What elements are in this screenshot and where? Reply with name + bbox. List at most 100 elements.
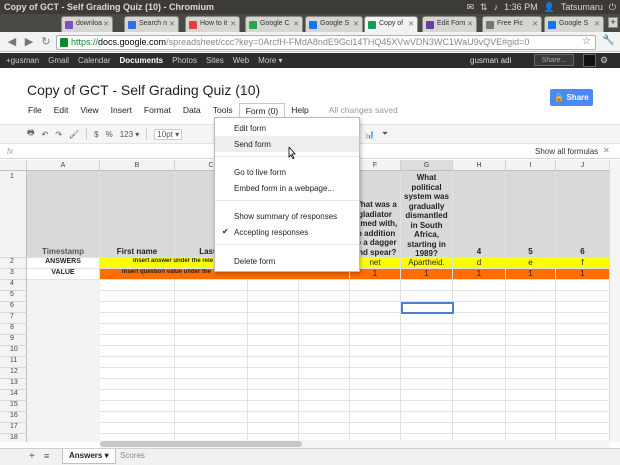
cell-j1[interactable]: 6	[556, 171, 610, 258]
browser-tab[interactable]: How to it ✕	[185, 16, 240, 32]
vertical-scrollbar[interactable]	[609, 160, 620, 442]
column-header[interactable]: H	[453, 160, 506, 171]
row-header[interactable]: 15	[0, 401, 27, 412]
cell-j2[interactable]: f	[556, 258, 610, 269]
row-header[interactable]: 9	[0, 335, 27, 346]
sheet-tab-answers[interactable]: Answers ▾	[62, 449, 116, 464]
gbar-link-plus[interactable]: +gusman	[6, 56, 39, 65]
browser-tab[interactable]: Google C ✕	[245, 16, 303, 32]
clock[interactable]: 1:36 PM	[504, 2, 538, 12]
close-tab-icon[interactable]: ✕	[594, 20, 600, 28]
user-name[interactable]: Tatsumaru	[561, 2, 603, 12]
menu-item-embed-form[interactable]: Embed form in a webpage...	[215, 180, 359, 196]
browser-tab[interactable]: downloa ✕	[61, 16, 113, 32]
close-tab-icon[interactable]: ✕	[467, 20, 473, 28]
avatar[interactable]	[583, 54, 596, 67]
font-size-dropdown[interactable]: 10pt ▾	[154, 128, 183, 140]
document-title[interactable]: Copy of GCT - Self Grading Quiz (10)	[27, 82, 260, 98]
network-icon[interactable]: ⇅	[480, 2, 488, 13]
cell-a3[interactable]: VALUE	[27, 269, 100, 280]
cell-g1[interactable]: What political system was gradually dism…	[401, 171, 453, 258]
row-header[interactable]: 3	[0, 269, 27, 280]
row-header[interactable]: 8	[0, 324, 27, 335]
new-tab-button[interactable]: +	[608, 17, 618, 28]
sheet-tab-scores[interactable]: Scores	[120, 451, 145, 460]
menu-edit[interactable]: Edit	[48, 103, 75, 117]
cell-i2[interactable]: e	[506, 258, 556, 269]
column-header[interactable]: G	[401, 160, 453, 171]
power-icon[interactable]: ⏻	[609, 2, 616, 13]
paint-format-icon[interactable]: 🖌	[69, 130, 79, 139]
cell-h2[interactable]: d	[453, 258, 506, 269]
row-header[interactable]: 1	[0, 171, 27, 258]
cell-a2[interactable]: ANSWERS	[27, 258, 100, 269]
gbar-link-sites[interactable]: Sites	[206, 56, 224, 65]
cell-g3[interactable]: 1	[401, 269, 453, 280]
currency-format-button[interactable]: $	[94, 130, 98, 139]
row-header[interactable]: 2	[0, 258, 27, 269]
menu-insert[interactable]: Insert	[105, 103, 138, 117]
menu-item-accepting-responses[interactable]: ✔ Accepting responses	[215, 224, 359, 240]
back-icon[interactable]: ◀	[6, 36, 18, 48]
cell-j3[interactable]: 1	[556, 269, 610, 280]
browser-tab[interactable]: Edit Forn ✕	[422, 16, 477, 32]
share-button[interactable]: 🔒 Share	[550, 89, 593, 106]
close-tab-icon[interactable]: ✕	[532, 20, 538, 28]
row-header[interactable]: 17	[0, 423, 27, 434]
row-header[interactable]: 7	[0, 313, 27, 324]
wrench-icon[interactable]: 🔧	[602, 35, 614, 47]
mail-icon[interactable]: ✉	[467, 2, 475, 13]
column-header[interactable]: A	[27, 160, 100, 171]
gbar-link-documents[interactable]: Documents	[120, 56, 164, 65]
selected-cell[interactable]	[401, 302, 454, 314]
row-header[interactable]: 6	[0, 302, 27, 313]
gbar-link-calendar[interactable]: Calendar	[78, 56, 110, 65]
cell-g2[interactable]: Apartheid.	[401, 258, 453, 269]
cell-h1[interactable]: 4	[453, 171, 506, 258]
browser-tab-active[interactable]: Copy of ✕	[364, 16, 418, 32]
close-tab-icon[interactable]: ✕	[293, 20, 299, 28]
column-header[interactable]: B	[100, 160, 175, 171]
grid-body[interactable]	[100, 280, 610, 442]
browser-tab[interactable]: Search n ✕	[124, 16, 179, 32]
row-header[interactable]: 18	[0, 434, 27, 442]
row-header[interactable]: 13	[0, 379, 27, 390]
add-sheet-button[interactable]: +	[29, 451, 35, 462]
sheet-list-icon[interactable]: ≡	[44, 451, 49, 461]
gear-icon[interactable]: ⚙	[600, 55, 608, 66]
horizontal-scrollbar[interactable]	[100, 440, 610, 448]
menu-item-send-form[interactable]: Send form	[215, 136, 359, 152]
cell-i1[interactable]: 5	[506, 171, 556, 258]
gbar-user-name[interactable]: gusman adi	[470, 56, 511, 65]
cell-a1[interactable]: Timestamp	[27, 171, 100, 258]
column-header[interactable]: I	[506, 160, 556, 171]
menu-file[interactable]: File	[22, 103, 48, 117]
chart-icon[interactable]: 📊	[365, 130, 375, 139]
row-header[interactable]: 4	[0, 280, 27, 291]
close-tab-icon[interactable]: ✕	[230, 20, 236, 28]
row-header[interactable]: 11	[0, 357, 27, 368]
browser-tab[interactable]: Free Pic ✕	[482, 16, 542, 32]
close-tab-icon[interactable]: ✕	[408, 20, 414, 28]
cell-h3[interactable]: 1	[453, 269, 506, 280]
browser-tab[interactable]: Google S ✕	[544, 16, 604, 32]
forward-icon[interactable]: ▶	[23, 36, 35, 48]
close-tab-icon[interactable]: ✕	[169, 20, 175, 28]
gbar-link-photos[interactable]: Photos	[172, 56, 197, 65]
menu-help[interactable]: Help	[285, 103, 314, 117]
cell-b1[interactable]: First name	[100, 171, 175, 258]
menu-view[interactable]: View	[74, 103, 104, 117]
row-header[interactable]: 14	[0, 390, 27, 401]
menu-tools[interactable]: Tools	[207, 103, 239, 117]
close-tab-icon[interactable]: ✕	[353, 20, 359, 28]
print-icon[interactable]: 🖶	[27, 127, 35, 141]
menu-data[interactable]: Data	[177, 103, 207, 117]
menu-item-go-to-live-form[interactable]: Go to live form	[215, 164, 359, 180]
row-header[interactable]: 16	[0, 412, 27, 423]
gbar-link-web[interactable]: Web	[233, 56, 249, 65]
row-header[interactable]: 5	[0, 291, 27, 302]
bookmark-star-icon[interactable]: ☆	[582, 36, 591, 47]
reload-icon[interactable]: ↻	[40, 36, 52, 48]
show-all-formulas-link[interactable]: Show all formulas	[535, 147, 598, 156]
column-a-body[interactable]	[27, 280, 100, 442]
